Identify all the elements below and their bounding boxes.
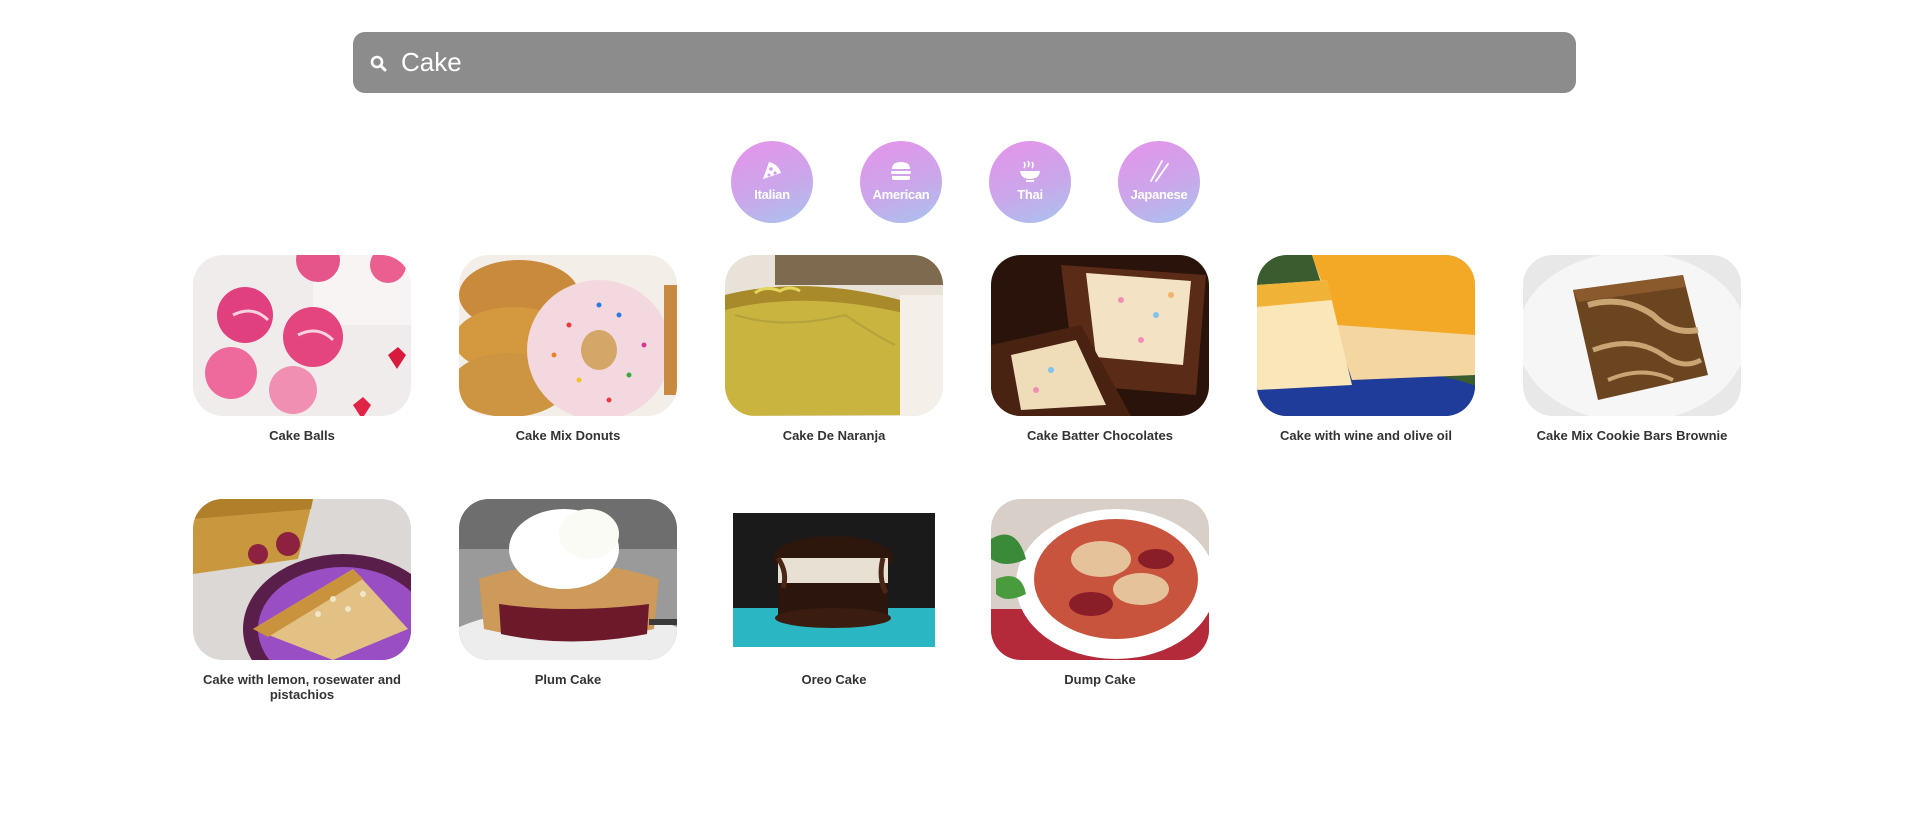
recipe-image (725, 499, 943, 660)
recipe-image (991, 499, 1209, 660)
recipe-card[interactable]: Cake with lemon, rosewater and pistachio… (193, 499, 411, 702)
recipe-card[interactable]: Cake Batter Chocolates (991, 255, 1209, 443)
recipe-card[interactable]: Dump Cake (991, 499, 1209, 687)
recipe-image (193, 499, 411, 660)
recipe-title: Cake with lemon, rosewater and pistachio… (203, 672, 401, 702)
recipe-image (459, 499, 677, 660)
noodle-bowl-icon (1020, 160, 1040, 182)
cuisine-filters: Italian American Thai Japanese (731, 141, 1201, 223)
recipe-title: Cake Mix Donuts (515, 428, 621, 443)
cuisine-thai-button[interactable]: Thai (989, 141, 1071, 223)
recipe-title: Oreo Cake (801, 672, 867, 687)
recipe-title: Plum Cake (534, 672, 602, 687)
cuisine-label: American (872, 187, 930, 202)
cuisine-label: Japanese (1130, 187, 1188, 202)
recipe-title: Cake Batter Chocolates (1027, 428, 1173, 443)
recipe-card[interactable]: Cake with wine and olive oil (1257, 255, 1475, 443)
cuisine-japanese-button[interactable]: Japanese (1118, 141, 1200, 223)
recipe-image (459, 255, 677, 416)
search-bar[interactable] (353, 32, 1576, 93)
recipe-card[interactable]: Cake Mix Cookie Bars Brownie (1523, 255, 1741, 443)
recipe-card[interactable]: Oreo Cake (725, 499, 943, 687)
recipe-card[interactable]: Cake Mix Donuts (459, 255, 677, 443)
recipe-image (1523, 255, 1741, 416)
recipe-title: Cake Balls (269, 428, 335, 443)
burger-icon (891, 162, 911, 180)
recipe-title: Dump Cake (1064, 672, 1136, 687)
recipe-card[interactable]: Cake De Naranja (725, 255, 943, 443)
recipe-title: Cake De Naranja (782, 428, 886, 443)
search-icon (370, 55, 387, 72)
recipe-image (725, 255, 943, 416)
recipe-image (991, 255, 1209, 416)
search-input[interactable] (401, 32, 1561, 93)
recipe-card[interactable]: Cake Balls (193, 255, 411, 443)
cuisine-label: Thai (1017, 187, 1043, 202)
recipe-image (1257, 255, 1475, 416)
cuisine-american-button[interactable]: American (860, 141, 942, 223)
recipe-title: Cake with wine and olive oil (1280, 428, 1452, 443)
recipe-title: Cake Mix Cookie Bars Brownie (1536, 428, 1728, 443)
cuisine-italian-button[interactable]: Italian (731, 141, 813, 223)
recipe-image (193, 255, 411, 416)
recipe-card[interactable]: Plum Cake (459, 499, 677, 687)
pizza-icon (763, 162, 781, 179)
chopsticks-icon (1150, 160, 1169, 182)
cuisine-label: Italian (754, 187, 790, 202)
